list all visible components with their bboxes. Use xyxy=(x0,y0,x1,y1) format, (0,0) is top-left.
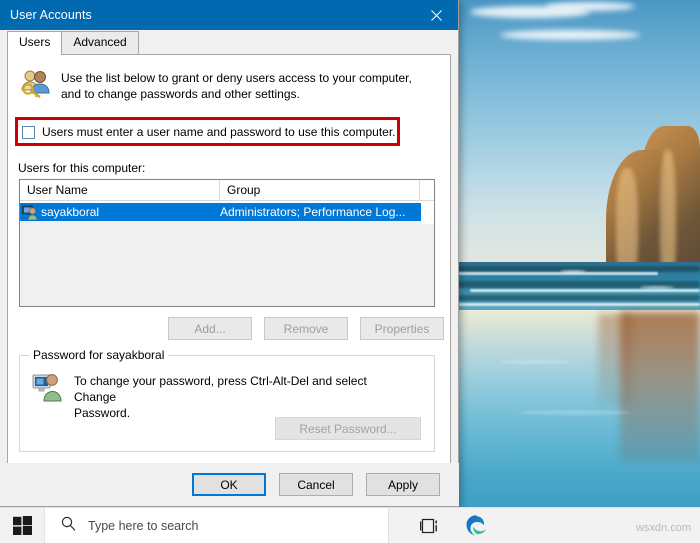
close-icon[interactable] xyxy=(414,0,458,30)
cell-user-name-text: sayakboral xyxy=(41,205,100,219)
dialog-button-bar: OK Cancel Apply xyxy=(0,463,459,506)
add-button[interactable]: Add... xyxy=(168,317,252,340)
dialog-title: User Accounts xyxy=(10,8,92,22)
tab-strip: Users Advanced xyxy=(0,30,458,55)
task-view-icon[interactable] xyxy=(407,508,453,543)
password-group-box: Password for sayakboral To change your p… xyxy=(19,348,435,452)
users-list-body: sayakboral Administrators; Performance L… xyxy=(20,201,434,306)
password-group-content: To change your password, press Ctrl-Alt-… xyxy=(20,356,434,421)
apply-button[interactable]: Apply xyxy=(366,473,440,496)
users-list-label: Users for this computer: xyxy=(18,161,146,175)
cell-group: Administrators; Performance Log... xyxy=(220,205,406,219)
microsoft-edge-icon[interactable] xyxy=(453,508,499,543)
windows-start-icon[interactable] xyxy=(0,508,44,543)
list-action-buttons: Add... Remove Properties xyxy=(168,317,444,340)
sand-glint xyxy=(520,410,630,415)
taskbar: Type here to search wsxdn.com xyxy=(0,507,700,543)
column-header-user-name[interactable]: User Name xyxy=(20,180,220,201)
user-monitor-icon xyxy=(32,372,64,421)
require-password-label: Users must enter a user name and passwor… xyxy=(42,125,396,139)
tab-advanced[interactable]: Advanced xyxy=(61,31,139,54)
cloud-shape xyxy=(545,2,635,11)
cancel-button[interactable]: Cancel xyxy=(279,473,353,496)
password-group-title: Password for sayakboral xyxy=(29,348,169,362)
sea-band xyxy=(458,295,700,301)
password-group-text: To change your password, press Ctrl-Alt-… xyxy=(74,373,404,421)
require-password-checkbox[interactable] xyxy=(22,125,35,139)
sea-glint xyxy=(560,270,586,273)
users-list[interactable]: User Name Group sayakboral Administrator… xyxy=(19,179,435,307)
remove-button[interactable]: Remove xyxy=(264,317,348,340)
rock-reflection xyxy=(598,314,632,406)
ok-button[interactable]: OK xyxy=(192,473,266,496)
cell-user-name: sayakboral xyxy=(20,205,220,220)
password-text-line-1: To change your password, press Ctrl-Alt-… xyxy=(74,374,367,404)
cloud-shape xyxy=(500,30,640,40)
users-list-header: User Name Group xyxy=(20,180,434,201)
column-header-spacer xyxy=(420,180,434,201)
dialog-titlebar[interactable]: User Accounts xyxy=(0,0,458,30)
intro-text: Use the list below to grant or deny user… xyxy=(61,70,412,104)
intro-section: Use the list below to grant or deny user… xyxy=(8,55,450,104)
search-icon xyxy=(61,516,76,536)
properties-button[interactable]: Properties xyxy=(360,317,444,340)
sand-glint xyxy=(500,360,570,364)
screen: User Accounts Users Advanced Use the lis… xyxy=(0,0,700,543)
tab-users[interactable]: Users xyxy=(7,31,63,55)
rock-reflection xyxy=(620,312,700,462)
sea-wave xyxy=(470,289,700,292)
search-placeholder: Type here to search xyxy=(88,518,199,533)
table-row[interactable]: sayakboral Administrators; Performance L… xyxy=(20,203,423,221)
user-accounts-dialog: User Accounts Users Advanced Use the lis… xyxy=(0,0,459,507)
list-right-gutter xyxy=(421,201,434,224)
sea-wave xyxy=(458,303,700,306)
sea-wave xyxy=(458,272,658,275)
reset-password-button[interactable]: Reset Password... xyxy=(275,417,421,440)
intro-line-2: and to change passwords and other settin… xyxy=(61,87,300,101)
search-input[interactable]: Type here to search xyxy=(44,507,389,543)
user-account-icon xyxy=(22,205,38,220)
watermark: wsxdn.com xyxy=(635,522,691,534)
column-header-group[interactable]: Group xyxy=(220,180,420,201)
users-key-icon xyxy=(19,69,51,104)
require-password-checkbox-row[interactable]: Users must enter a user name and passwor… xyxy=(22,123,396,141)
intro-line-1: Use the list below to grant or deny user… xyxy=(61,71,412,85)
users-tab-page: Use the list below to grant or deny user… xyxy=(7,54,451,464)
sea-glint xyxy=(640,286,674,289)
